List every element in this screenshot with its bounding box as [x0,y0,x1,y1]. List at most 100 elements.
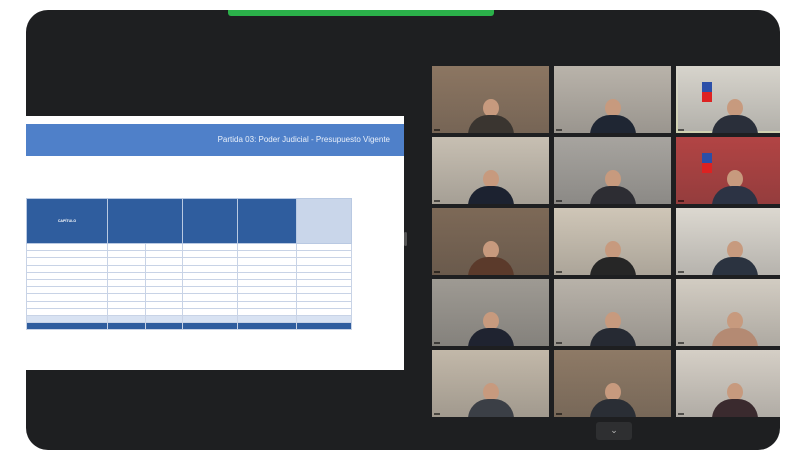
table-row [26,322,352,331]
participant-name [434,129,440,131]
table-header: CAPÍTULO [26,198,108,244]
participant-video [467,170,514,204]
table-cell [107,242,146,252]
table-row [26,271,352,280]
table-cell [107,300,146,309]
table-cell [182,242,238,252]
participant-tile[interactable] [676,208,780,275]
table-cell [144,278,183,288]
table-cell [182,314,238,324]
table-row [26,286,352,295]
split-handle[interactable] [404,232,407,246]
participant-tile[interactable] [676,350,780,417]
table-cell [296,250,352,259]
table-header-row: CAPÍTULO [26,198,352,244]
table-cell [107,293,146,302]
table-cell [182,271,238,280]
table-cell [237,307,297,316]
table-cell [182,322,238,331]
participant-body [589,328,636,346]
table-cell [237,278,297,288]
participant-name [556,413,562,415]
participant-tile[interactable] [676,66,780,133]
table-row [26,264,352,273]
flag-icon [702,82,712,102]
table-cell [144,242,183,252]
table-row [26,293,352,302]
participant-tile[interactable] [676,137,780,204]
table-cell [26,250,108,259]
participant-video [467,383,514,417]
table-cell [296,314,352,324]
budget-table: CAPÍTULO [26,198,352,331]
table-cell [107,286,146,295]
table-row [26,257,352,266]
table-cell [144,250,183,259]
participant-tile[interactable] [432,66,549,133]
table-cell [144,322,183,331]
table-cell [107,322,146,331]
slide-header: Partida 03: Poder Judicial - Presupuesto… [26,124,404,156]
table-row [26,300,352,309]
table-cell [296,264,352,273]
participant-tile[interactable] [676,279,780,346]
participant-name [678,342,684,344]
table-cell [237,314,297,324]
participant-body [711,186,758,204]
participant-name [556,129,562,131]
table-cell [182,257,238,266]
participant-tile[interactable] [554,66,671,133]
meeting-window: Partida 03: Poder Judicial - Presupuesto… [26,10,780,450]
table-cell [296,242,352,252]
table-cell [26,271,108,280]
participant-video [711,383,758,417]
table-cell [144,293,183,302]
table-cell [144,264,183,273]
screen-share-indicator[interactable] [228,10,494,16]
slide-title: Partida 03: Poder Judicial - Presupuesto… [217,135,390,144]
table-cell [182,300,238,309]
participant-video [589,241,636,275]
participant-name [434,200,440,202]
participant-video [711,99,758,133]
participant-tile[interactable] [432,350,549,417]
participant-video [467,312,514,346]
participant-body [589,399,636,417]
table-cell [296,293,352,302]
participant-name [556,271,562,273]
participant-tile[interactable] [554,279,671,346]
gallery-toggle-button[interactable]: ⌄ [596,422,632,440]
table-cell [296,307,352,316]
table-cell [237,250,297,259]
table-cell [26,300,108,309]
participant-body [711,328,758,346]
table-cell [107,257,146,266]
table-row [26,242,352,252]
table-cell [182,278,238,288]
table-cell [144,271,183,280]
table-cell [26,264,108,273]
participant-tile[interactable] [554,137,671,204]
table-cell [296,257,352,266]
participant-tile[interactable] [554,208,671,275]
table-cell [237,300,297,309]
participant-tile[interactable] [432,208,549,275]
table-cell [237,286,297,295]
participant-name [434,342,440,344]
table-cell [26,286,108,295]
table-cell [296,271,352,280]
participant-name [678,200,684,202]
participant-body [589,186,636,204]
participant-body [467,399,514,417]
participant-name [678,413,684,415]
table-cell [182,307,238,316]
participant-tile[interactable] [432,137,549,204]
participant-body [467,115,514,133]
table-cell [144,257,183,266]
table-cell [237,271,297,280]
table-row [26,250,352,259]
participant-tile[interactable] [554,350,671,417]
participant-tile[interactable] [432,279,549,346]
table-cell [26,278,108,288]
participant-body [467,328,514,346]
